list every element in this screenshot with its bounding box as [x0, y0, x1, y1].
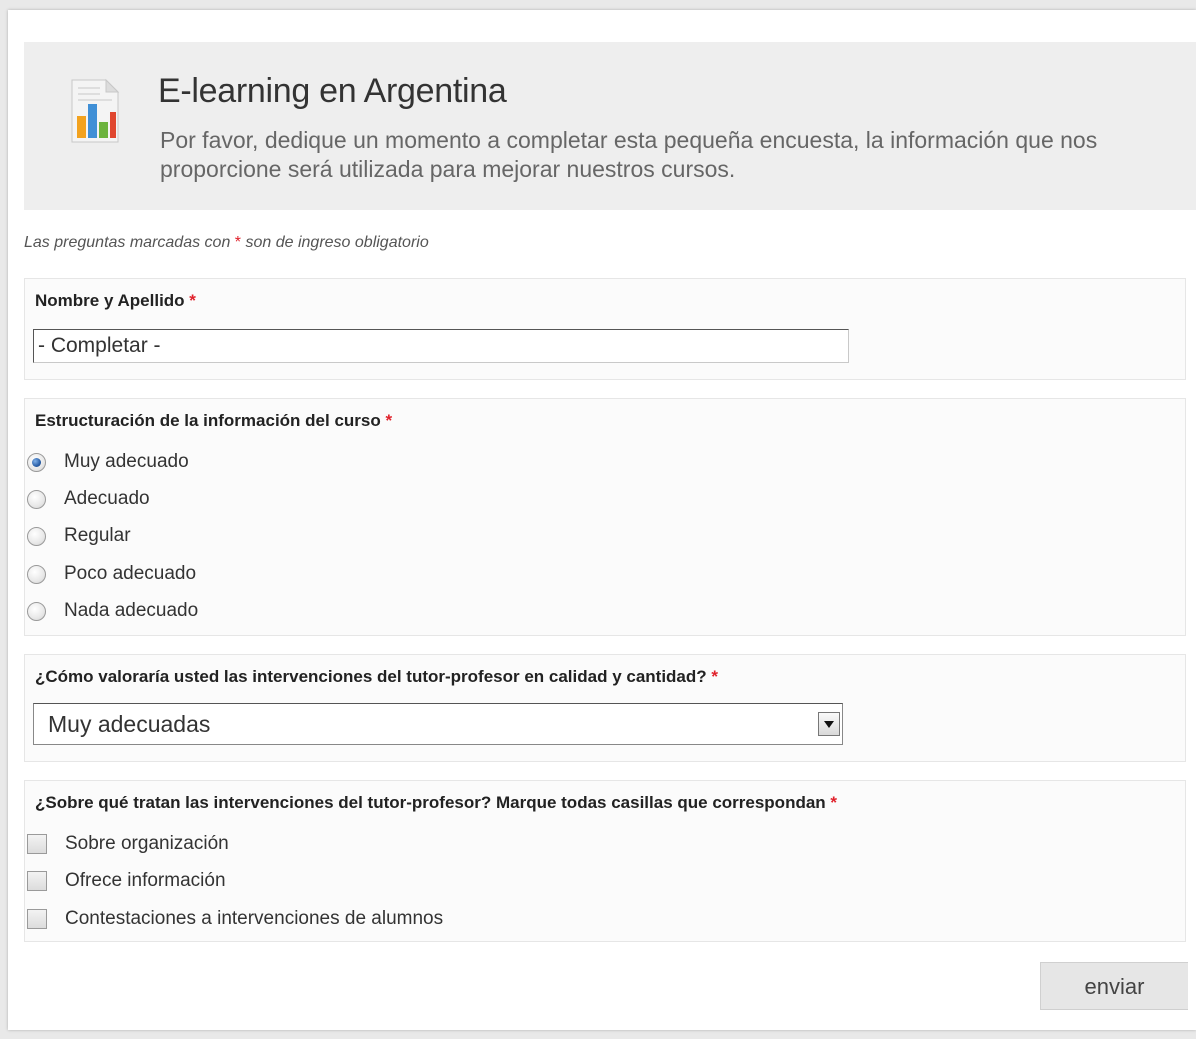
required-star: *	[711, 667, 719, 686]
question-structure-label: Estructuración de la información del cur…	[35, 411, 392, 431]
question-tutor-topics-label: ¿Sobre qué tratan las intervenciones del…	[35, 793, 837, 813]
question-name: Nombre y Apellido *	[24, 278, 1186, 380]
required-note-prefix: Las preguntas marcadas con	[24, 234, 231, 251]
page-subtitle: Por favor, dedique un momento a completa…	[160, 127, 1098, 182]
submit-button[interactable]: enviar	[1040, 962, 1188, 1010]
survey-chart-icon	[66, 76, 122, 144]
page-title: E-learning en Argentina	[158, 72, 507, 110]
radio-option-nada-adecuado[interactable]: Nada adecuado	[25, 596, 198, 626]
radio-button-checked[interactable]	[27, 452, 46, 472]
question-structure: Estructuración de la información del cur…	[24, 398, 1186, 636]
radio-label: Nada adecuado	[64, 600, 199, 621]
question-label-text: ¿Sobre qué tratan las intervenciones del…	[35, 793, 826, 812]
radio-button[interactable]	[27, 564, 46, 584]
checkbox[interactable]	[27, 834, 47, 854]
required-star: *	[189, 291, 196, 310]
checkbox-label: Contestaciones a intervenciones de alumn…	[65, 908, 444, 929]
radio-button[interactable]	[27, 526, 46, 546]
survey-header: E-learning en Argentina Por favor, dediq…	[24, 42, 1196, 210]
required-star: *	[830, 793, 838, 812]
radio-option-poco-adecuado[interactable]: Poco adecuado	[25, 559, 196, 589]
checkbox-label: Ofrece información	[65, 870, 226, 891]
question-tutor-rating-label: ¿Cómo valoraría usted las intervenciones…	[35, 667, 718, 687]
checkbox-option-informacion[interactable]: Ofrece información	[25, 866, 226, 896]
select-value: Muy adecuadas	[48, 711, 211, 737]
checkbox-option-contestaciones[interactable]: Contestaciones a intervenciones de alumn…	[25, 904, 443, 934]
required-star: *	[234, 234, 242, 251]
required-fields-note: Las preguntas marcadas con * son de ingr…	[24, 234, 429, 252]
radio-option-muy-adecuado[interactable]: Muy adecuado	[25, 447, 189, 477]
chevron-down-icon[interactable]	[818, 712, 840, 736]
question-label-text: Nombre y Apellido	[35, 291, 185, 310]
name-input[interactable]	[33, 329, 849, 363]
radio-label: Adecuado	[64, 488, 150, 509]
question-label-text: Estructuración de la información del cur…	[35, 411, 381, 430]
question-tutor-topics: ¿Sobre qué tratan las intervenciones del…	[24, 780, 1186, 942]
checkbox-option-organizacion[interactable]: Sobre organización	[25, 829, 229, 859]
required-note-suffix: son de ingreso obligatorio	[245, 234, 429, 251]
radio-label: Muy adecuado	[64, 451, 189, 472]
survey-page: E-learning en Argentina Por favor, dediq…	[8, 10, 1196, 1030]
checkbox-label: Sobre organización	[65, 833, 229, 854]
radio-label: Regular	[64, 525, 131, 546]
question-tutor-rating: ¿Cómo valoraría usted las intervenciones…	[24, 654, 1186, 762]
question-label-text: ¿Cómo valoraría usted las intervenciones…	[35, 667, 707, 686]
radio-option-adecuado[interactable]: Adecuado	[25, 484, 150, 514]
checkbox[interactable]	[27, 909, 47, 929]
radio-button[interactable]	[27, 601, 46, 621]
radio-button[interactable]	[27, 489, 46, 509]
question-name-label: Nombre y Apellido *	[35, 291, 196, 311]
radio-label: Poco adecuado	[64, 563, 197, 584]
radio-option-regular[interactable]: Regular	[25, 521, 131, 551]
checkbox[interactable]	[27, 871, 47, 891]
tutor-rating-select[interactable]: Muy adecuadas	[33, 703, 843, 745]
required-star: *	[385, 411, 393, 430]
